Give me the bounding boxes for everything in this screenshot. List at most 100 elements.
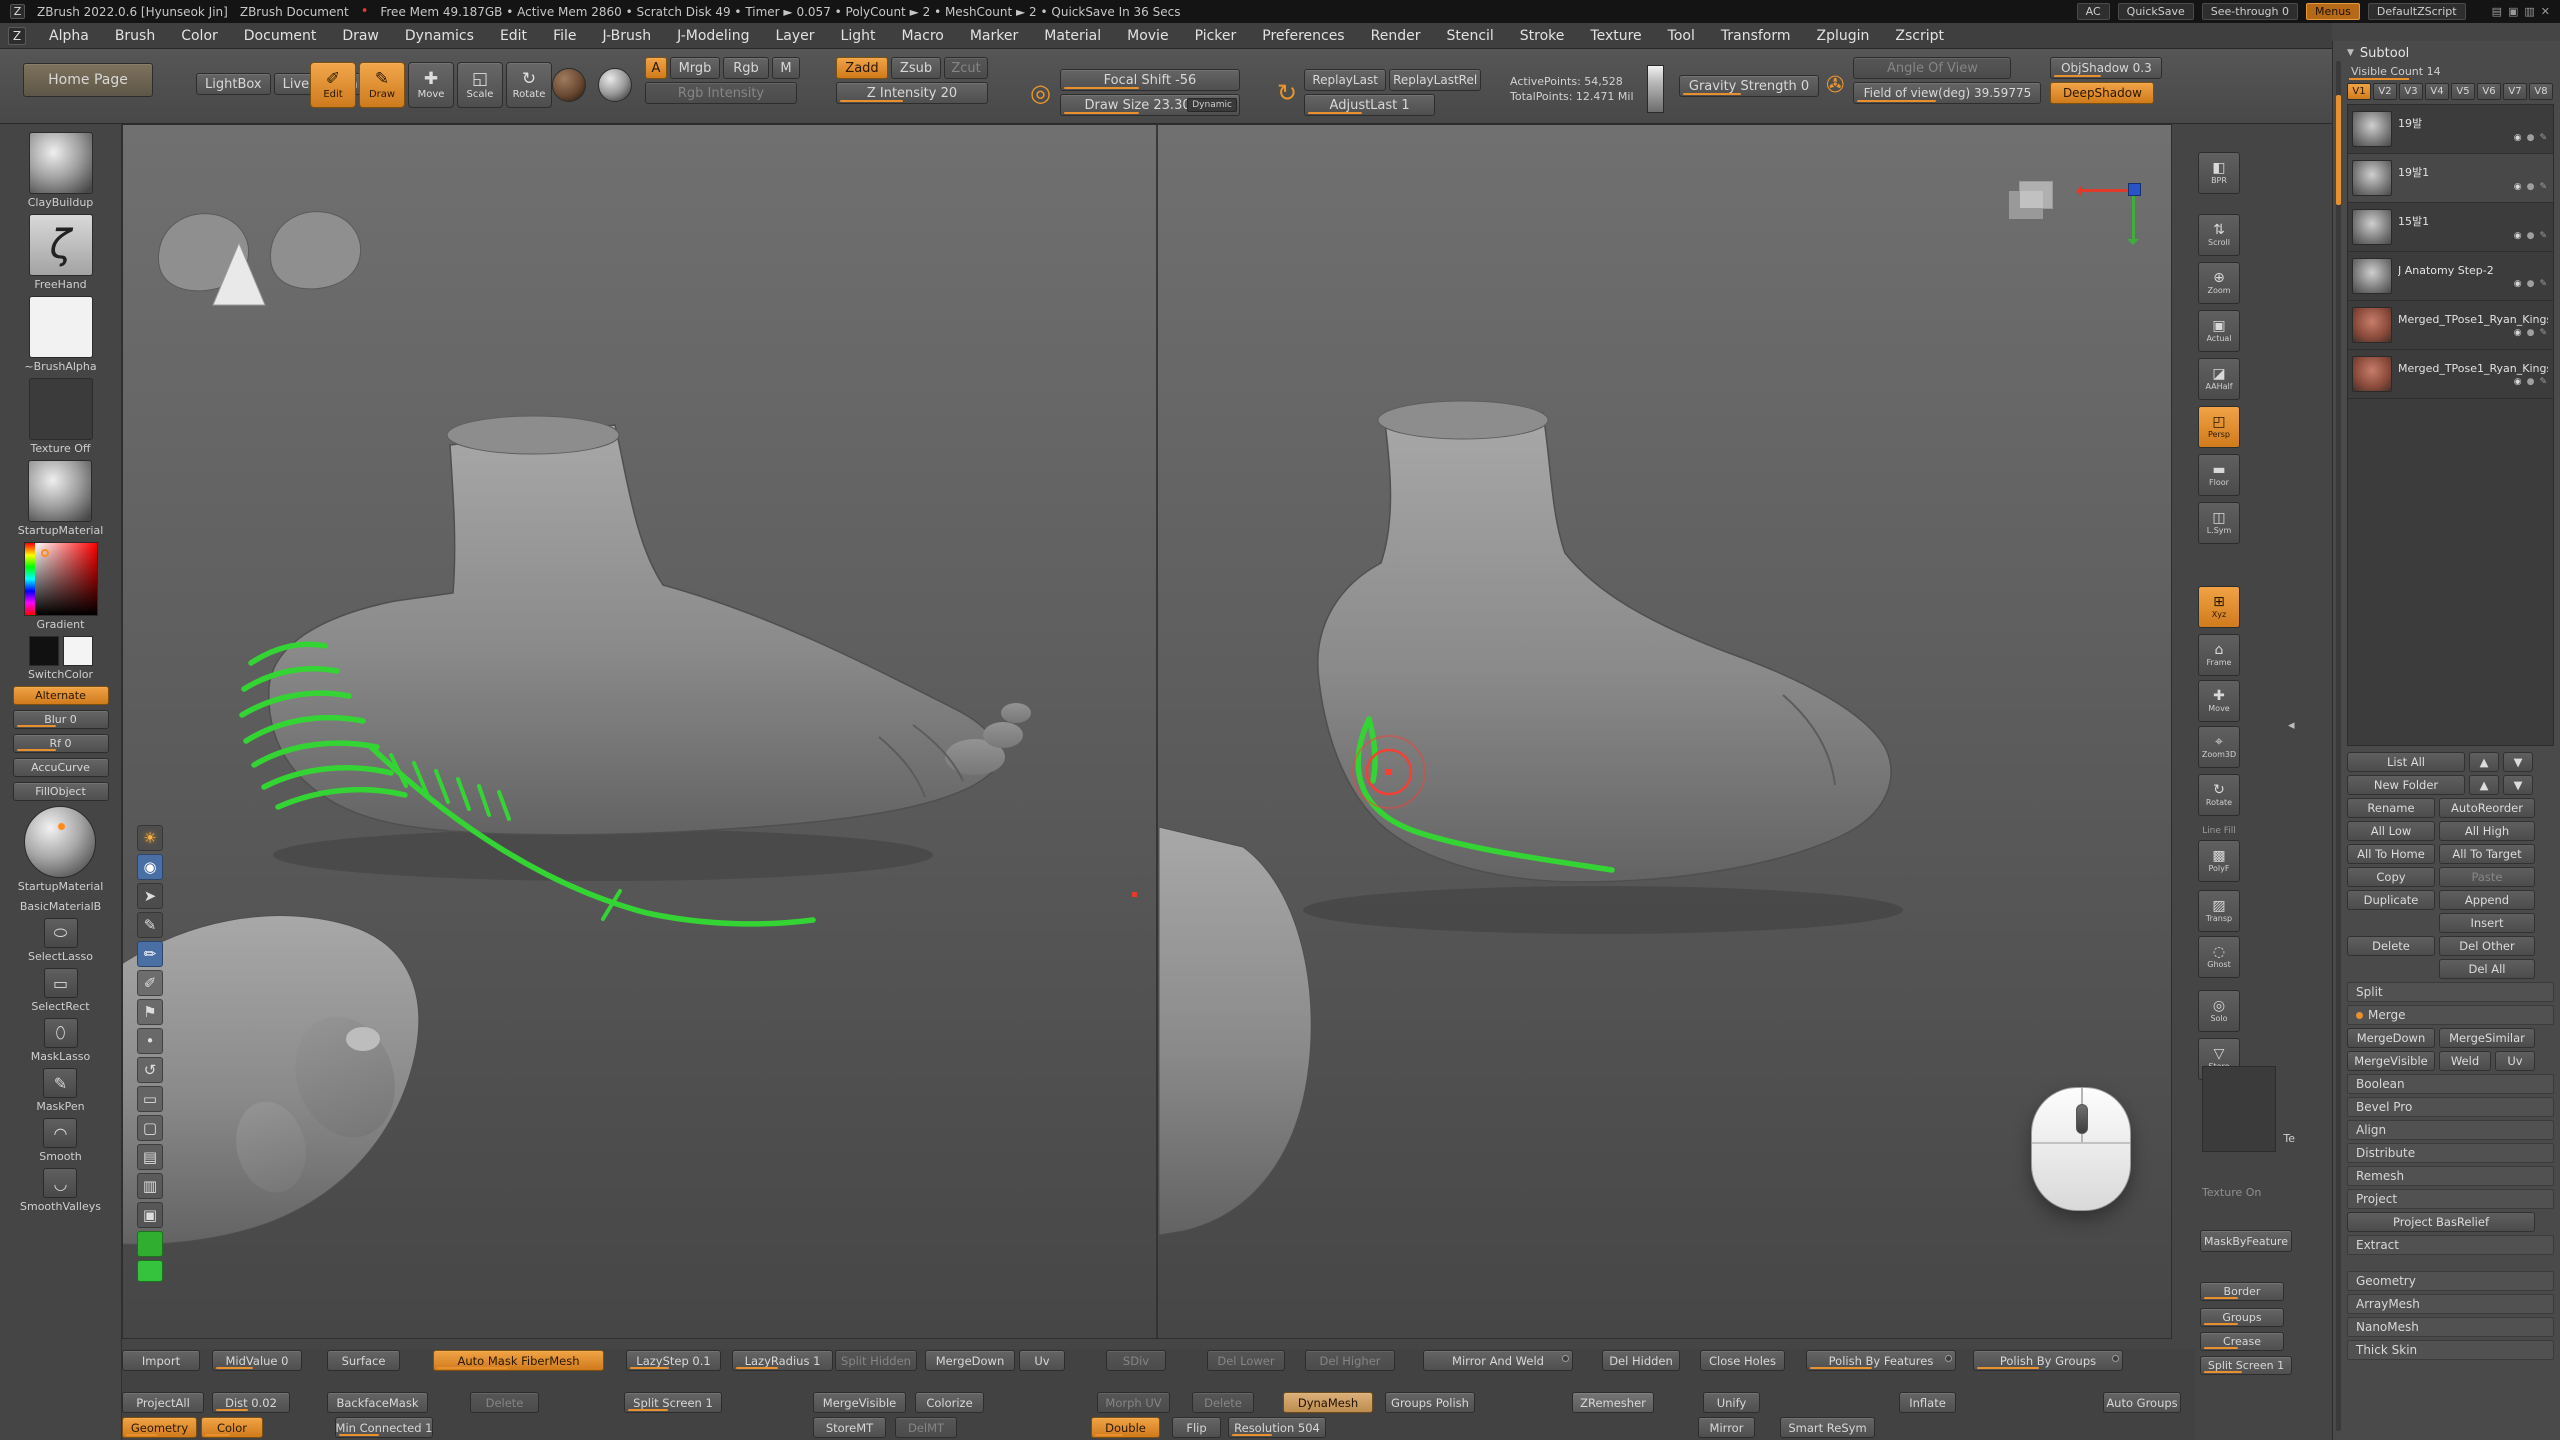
- image-icon[interactable]: ▤: [137, 1144, 163, 1170]
- menu-light[interactable]: Light: [828, 25, 889, 47]
- mask-by-feature-button[interactable]: MaskByFeature: [2200, 1230, 2292, 1252]
- visible-count-slider[interactable]: Visible Count 14: [2347, 63, 2554, 80]
- eye-icon[interactable]: ◉: [2514, 133, 2522, 143]
- window-icon-0[interactable]: ▤: [2492, 5, 2502, 18]
- panel-collapse-arrow[interactable]: ◂: [2288, 718, 2295, 733]
- camera-icon[interactable]: ✇: [1826, 74, 1844, 98]
- menu-marker[interactable]: Marker: [957, 25, 1031, 47]
- del-lower-button[interactable]: Del Lower: [1207, 1350, 1285, 1371]
- del-other-button[interactable]: Del Other: [2439, 936, 2535, 956]
- delete-button[interactable]: Delete: [1192, 1392, 1254, 1413]
- brush-icon[interactable]: ✎: [2539, 182, 2547, 192]
- all-to-home-button[interactable]: All To Home: [2347, 844, 2435, 864]
- shelf-solo-button[interactable]: ◎Solo: [2198, 990, 2240, 1032]
- menu-file[interactable]: File: [540, 25, 589, 47]
- smooth-icon[interactable]: ◠: [43, 1118, 77, 1148]
- draw-size-icon[interactable]: ◎: [1030, 81, 1051, 105]
- undo-icon[interactable]: ↺: [137, 1057, 163, 1083]
- lazyradius-1-button[interactable]: LazyRadius 1: [732, 1350, 833, 1371]
- all-low-button[interactable]: All Low: [2347, 821, 2435, 841]
- menu-alpha[interactable]: Alpha: [36, 25, 102, 47]
- black-swatch[interactable]: [29, 636, 59, 666]
- shelf-rotate-button[interactable]: ↻Rotate: [2198, 774, 2240, 816]
- copy-button[interactable]: Copy: [2347, 867, 2435, 887]
- cursor-icon[interactable]: ➤: [137, 883, 163, 909]
- curve-pen-icon[interactable]: ✐: [137, 970, 163, 996]
- paint-icon[interactable]: ●: [2527, 182, 2535, 192]
- menu-zscript[interactable]: Zscript: [1882, 25, 1957, 47]
- document-canvas[interactable]: ☀◉➤✎✏✐⚑•↺▭▢▤▥▣: [122, 124, 2172, 1339]
- field-of-view-slider[interactable]: Field of view(deg) 39.59775: [1853, 82, 2041, 104]
- paint-icon[interactable]: ●: [2527, 231, 2535, 241]
- uv-button[interactable]: Uv: [1019, 1350, 1065, 1371]
- eye-icon[interactable]: ◉: [2514, 182, 2522, 192]
- eye-icon[interactable]: ◉: [2514, 328, 2522, 338]
- subtool-item[interactable]: 19발◉●✎: [2348, 105, 2553, 154]
- subtool-tab-v2[interactable]: V2: [2373, 83, 2397, 100]
- edit-pen-icon[interactable]: ✏: [137, 941, 163, 967]
- current-material-icon[interactable]: [552, 68, 586, 102]
- window-icon-1[interactable]: ▣: [2508, 5, 2518, 18]
- morph-uv-button[interactable]: Morph UV: [1097, 1392, 1170, 1413]
- menu-stencil[interactable]: Stencil: [1433, 25, 1506, 47]
- rgb-button[interactable]: Rgb: [723, 57, 769, 79]
- item-button[interactable]: ▲: [2469, 752, 2499, 772]
- eye-icon[interactable]: ◉: [2514, 279, 2522, 289]
- shelf-transp-button[interactable]: ▨Transp: [2198, 890, 2240, 932]
- brush-icon[interactable]: ✎: [2539, 377, 2547, 387]
- eye-icon[interactable]: ◉: [137, 854, 163, 880]
- color-picker[interactable]: [24, 542, 98, 616]
- menu-preferences[interactable]: Preferences: [1249, 25, 1357, 47]
- move-button[interactable]: ✚Move: [408, 62, 454, 108]
- delete-button[interactable]: Delete: [470, 1392, 539, 1413]
- masklasso-icon[interactable]: ⬯: [44, 1018, 78, 1048]
- titlebar-ac-button[interactable]: AC: [2077, 3, 2110, 20]
- shelf-line-fill-button[interactable]: Line Fill: [2198, 824, 2240, 838]
- subtool-tab-v7[interactable]: V7: [2503, 83, 2527, 100]
- subtool-item[interactable]: Merged_TPose1_Ryan_Kingslie◉●✎: [2348, 301, 2553, 350]
- switch-color[interactable]: [29, 636, 93, 666]
- shelf-bpr-button[interactable]: ◧BPR: [2198, 152, 2240, 194]
- min-connected-1-button[interactable]: Min Connected 1: [335, 1417, 433, 1438]
- green-swatch-icon[interactable]: [137, 1231, 163, 1257]
- shelf-actual-button[interactable]: ▣Actual: [2198, 310, 2240, 352]
- camera-cube-widget[interactable]: [2003, 177, 2059, 227]
- shelf-frame-button[interactable]: ⌂Frame: [2198, 634, 2240, 676]
- subtool-tab-v4[interactable]: V4: [2425, 83, 2449, 100]
- menu-j-modeling[interactable]: J-Modeling: [664, 25, 762, 47]
- delmt-button[interactable]: DelMT: [895, 1417, 957, 1438]
- geometry-button[interactable]: Geometry: [122, 1417, 197, 1438]
- current-material[interactable]: [24, 806, 96, 878]
- axis-gizmo[interactable]: [2078, 165, 2158, 245]
- shelf-floor-button[interactable]: ▬Floor: [2198, 454, 2240, 496]
- panel-scrollbar[interactable]: [2336, 61, 2341, 1431]
- menu-macro[interactable]: Macro: [888, 25, 956, 47]
- append-button[interactable]: Append: [2439, 890, 2535, 910]
- item-button[interactable]: ▼: [2503, 775, 2533, 795]
- fillobject-button[interactable]: FillObject: [13, 782, 109, 801]
- toggle-dot-icon[interactable]: [1562, 1355, 1569, 1362]
- brush-icon[interactable]: ✎: [2539, 328, 2547, 338]
- del-hidden-button[interactable]: Del Hidden: [1602, 1350, 1680, 1371]
- angle-of-view-slider[interactable]: Angle Of View: [1853, 57, 2011, 79]
- alternate-button[interactable]: Alternate: [13, 686, 109, 705]
- trash-icon[interactable]: ▭: [137, 1086, 163, 1112]
- colorize-button[interactable]: Colorize: [915, 1392, 984, 1413]
- menu-transform[interactable]: Transform: [1708, 25, 1804, 47]
- surface-button[interactable]: Surface: [327, 1350, 400, 1371]
- import-button[interactable]: Import: [122, 1350, 200, 1371]
- menu-render[interactable]: Render: [1358, 25, 1434, 47]
- edit-button[interactable]: ✐Edit: [310, 62, 356, 108]
- menu-picker[interactable]: Picker: [1182, 25, 1250, 47]
- menu-tool[interactable]: Tool: [1655, 25, 1708, 47]
- mergedown-button[interactable]: MergeDown: [925, 1350, 1015, 1371]
- texture-off-thumb[interactable]: [29, 378, 93, 440]
- resolution-504-button[interactable]: Resolution 504: [1228, 1417, 1326, 1438]
- menu-j-brush[interactable]: J-Brush: [590, 25, 665, 47]
- menu-stroke[interactable]: Stroke: [1507, 25, 1578, 47]
- section-thick-skin[interactable]: Thick Skin: [2347, 1340, 2554, 1360]
- shelf-polyf-button[interactable]: ▩PolyF: [2198, 840, 2240, 882]
- toggle-dot-icon[interactable]: [2112, 1355, 2119, 1362]
- item-button[interactable]: ▲: [2469, 775, 2499, 795]
- menu-draw[interactable]: Draw: [329, 25, 392, 47]
